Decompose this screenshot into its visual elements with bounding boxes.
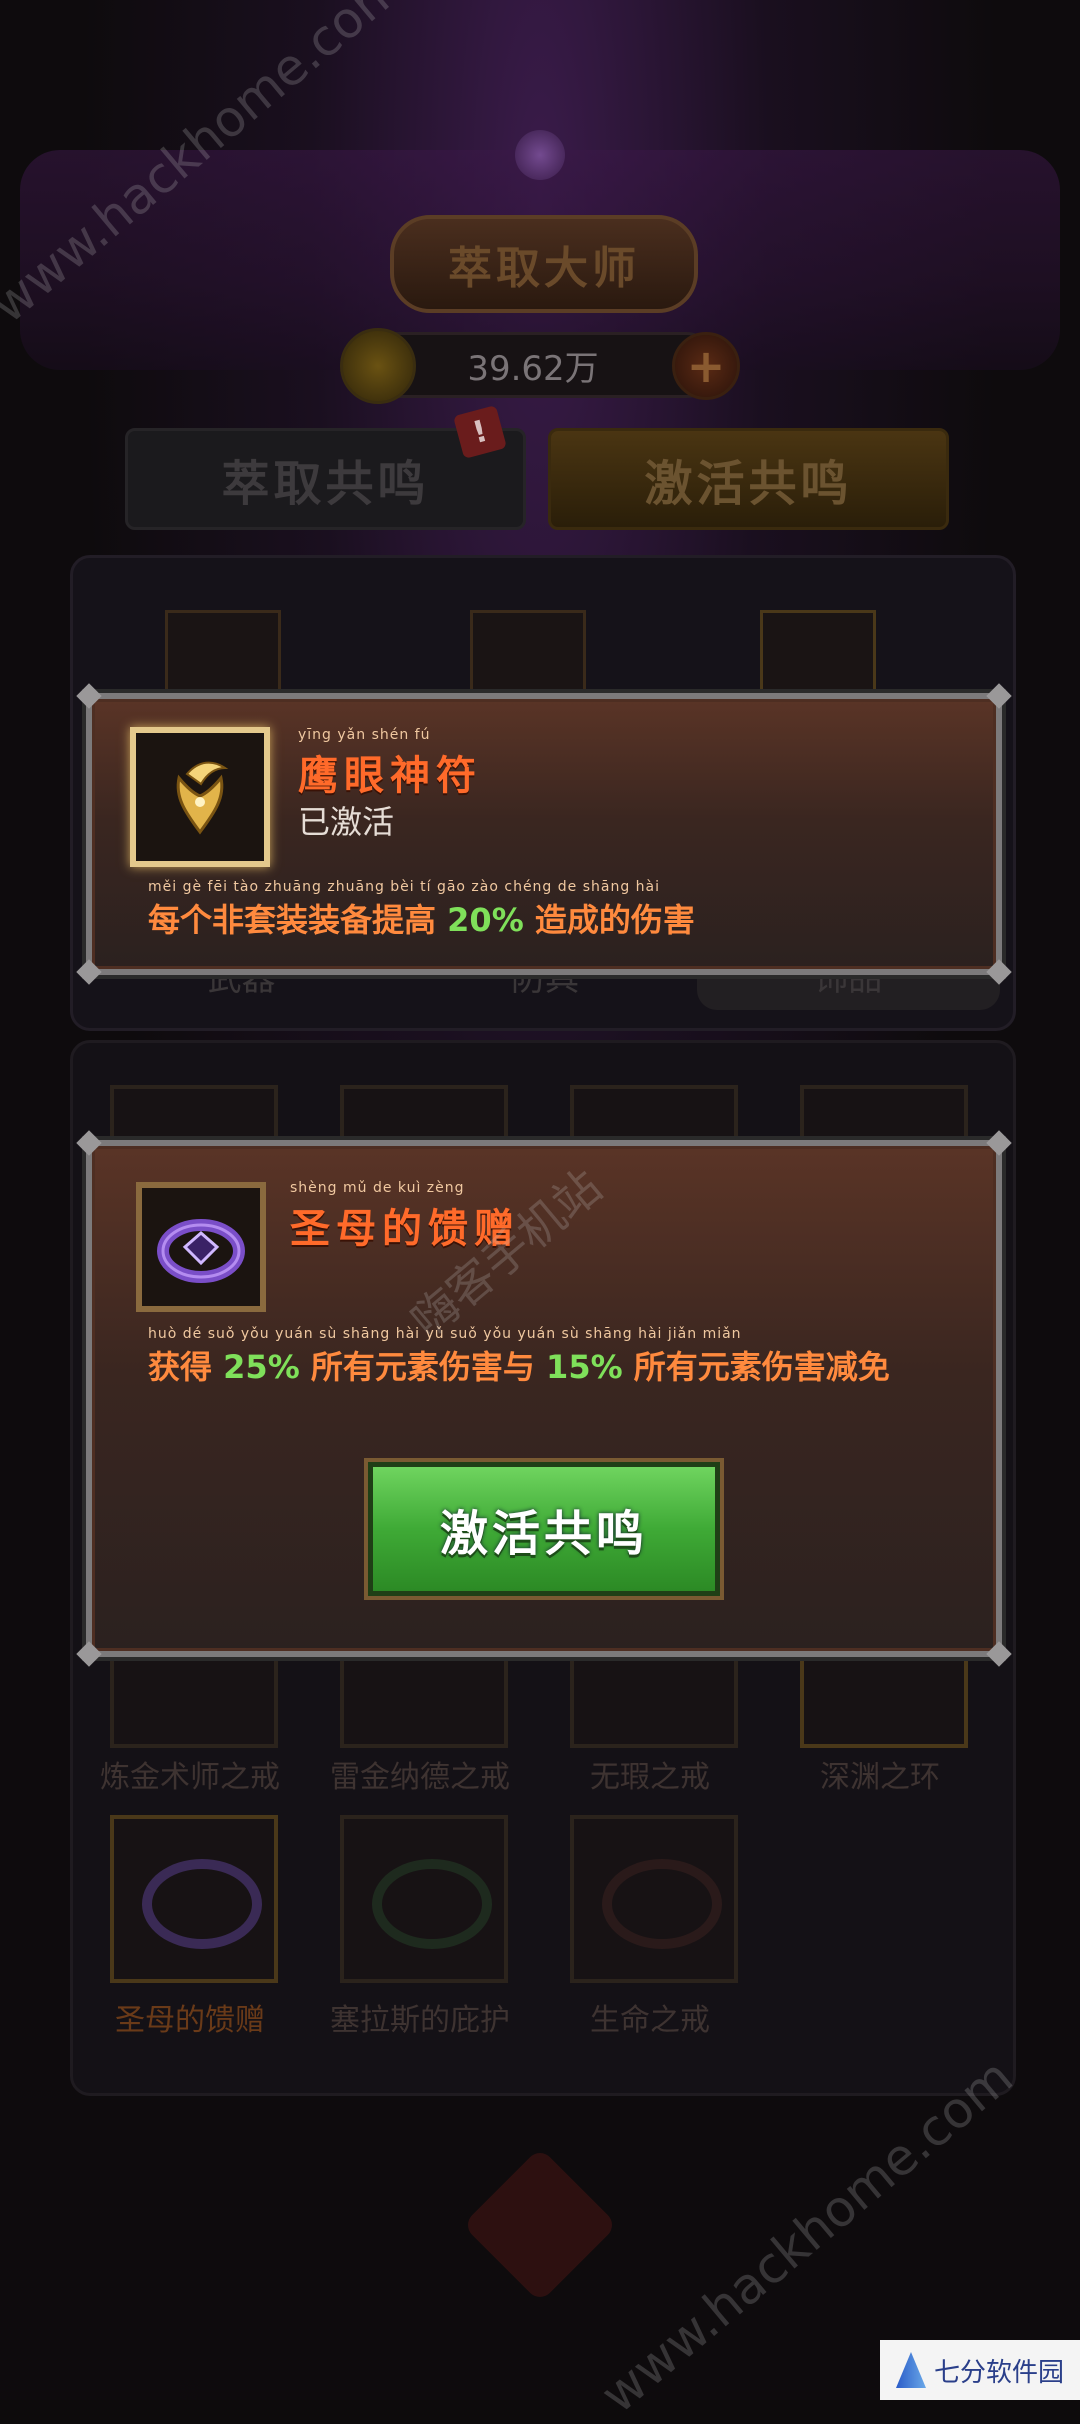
purple-ring-icon: [136, 1182, 266, 1312]
active-resonance-card: yīng yǎn shén fú 鹰眼神符 已激活 měi gè fēi tào…: [76, 683, 1012, 985]
effect-description: 每个非套装装备提高 20% 造成的伤害: [148, 895, 695, 941]
desc-text: 造成的伤害: [534, 901, 695, 939]
desc-text: 每个非套装装备提高: [148, 901, 437, 939]
desc-text: 所有元素伤害减免: [633, 1348, 890, 1386]
item-name: 塞拉斯的庇护: [330, 2003, 510, 2038]
desc-percent: 20%: [447, 901, 524, 939]
grid-slot-life-ring[interactable]: [570, 1815, 738, 1983]
desc-percent: 15%: [546, 1348, 623, 1386]
ring-icon: [372, 1859, 492, 1949]
item-name: 炼金术师之戒: [100, 1760, 280, 1795]
grid-slot-silas-protection[interactable]: [340, 1815, 508, 1983]
eagle-eye-talisman-icon: [130, 727, 270, 867]
add-currency-button[interactable]: +: [672, 332, 740, 400]
tab-activate-resonance[interactable]: 激活共鸣: [548, 428, 949, 530]
desc-text: 所有元素伤害与: [310, 1348, 535, 1386]
item-name: 雷金纳德之戒: [330, 1760, 510, 1795]
ring-icon: [142, 1859, 262, 1949]
title-pinyin: shèng mǔ de kuì zèng: [290, 1180, 465, 1196]
desc-text: 获得: [148, 1348, 213, 1386]
item-title: 鹰眼神符: [298, 753, 482, 799]
logo-mark-icon: [895, 2352, 926, 2388]
status-activated: 已激活: [298, 803, 395, 841]
item-name: 生命之戒: [590, 2003, 710, 2038]
coin-icon: [340, 328, 416, 404]
effect-description: 获得 25% 所有元素伤害与 15% 所有元素伤害减免: [148, 1342, 890, 1388]
grid-slot-madonna-gift[interactable]: [110, 1815, 278, 1983]
site-logo: 七分软件园: [880, 2340, 1080, 2400]
activate-resonance-button[interactable]: 激活共鸣: [368, 1462, 720, 1596]
desc-pinyin: měi gè fēi tào zhuāng zhuāng bèi tí gāo …: [148, 879, 661, 895]
site-logo-text: 七分软件园: [933, 2357, 1064, 2388]
crystal-orb-icon: [515, 130, 565, 180]
item-name-selected: 圣母的馈赠: [115, 2003, 265, 2038]
desc-percent: 25%: [223, 1348, 300, 1386]
item-name: 深渊之环: [820, 1760, 940, 1795]
item-name: 无瑕之戒: [590, 1760, 710, 1795]
ring-icon: [602, 1859, 722, 1949]
page-title: 萃取大师: [390, 215, 698, 313]
title-pinyin: yīng yǎn shén fú: [298, 727, 431, 743]
